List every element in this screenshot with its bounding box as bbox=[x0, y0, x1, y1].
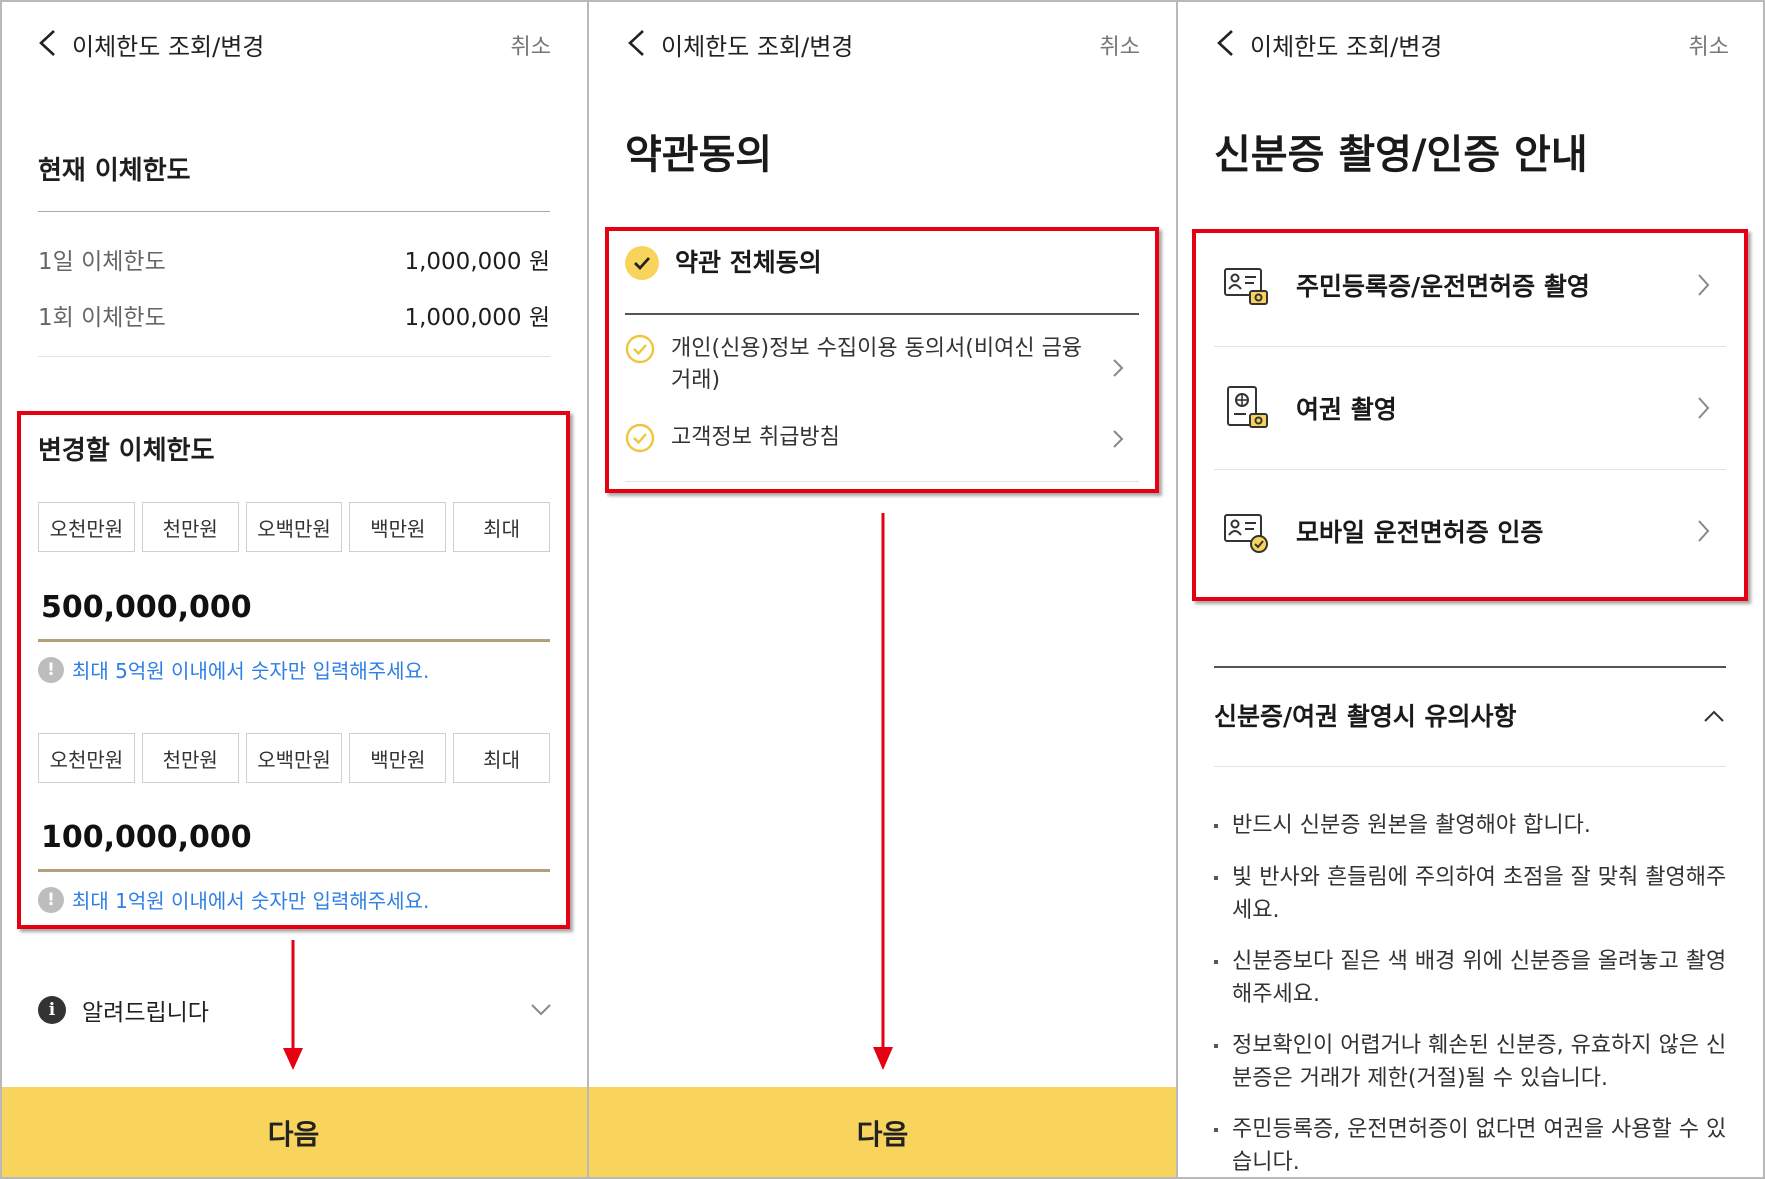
agree-all-checkbox[interactable]: 약관 전체동의 bbox=[625, 246, 1139, 316]
once-limit-value: 1,000,000 원 bbox=[404, 305, 550, 331]
header-title: 이체한도 조회/변경 bbox=[72, 33, 265, 61]
header: 이체한도 조회/변경 취소 bbox=[0, 0, 587, 86]
mobile-license-item[interactable]: 모바일 운전면허증 인증 bbox=[1214, 470, 1726, 592]
caution-item: 신분증보다 짙은 색 배경 위에 신분증을 올려놓고 촬영해주세요. bbox=[1214, 945, 1728, 1011]
term-label: 고객정보 취급방침 bbox=[671, 425, 840, 450]
check-circle-icon bbox=[625, 423, 655, 453]
chevron-left-icon bbox=[39, 30, 55, 56]
back-button[interactable] bbox=[34, 26, 64, 60]
cancel-button[interactable]: 취소 bbox=[1689, 29, 1729, 61]
daily-amount-input[interactable]: 500,000,000 bbox=[38, 590, 550, 642]
screen-id-verification: 이체한도 조회/변경 취소 신분증 촬영/인증 안내 주민등록증/운전면허증 촬… bbox=[1178, 0, 1765, 1179]
daily-hint-text: 최대 5억원 이내에서 숫자만 입력해주세요. bbox=[72, 659, 430, 683]
id-card-capture-item[interactable]: 주민등록증/운전면허증 촬영 bbox=[1214, 224, 1726, 346]
once-limit-label: 1회 이체한도 bbox=[38, 305, 166, 331]
chevron-left-icon bbox=[1217, 30, 1233, 56]
divider bbox=[1214, 766, 1726, 767]
daily-amount-chips: 오천만원 천만원 오백만원 백만원 최대 bbox=[38, 502, 550, 552]
once-amount-hint: ! 최대 1억원 이내에서 숫자만 입력해주세요. bbox=[38, 885, 429, 914]
caution-title: 신분증/여권 촬영시 유의사항 bbox=[1214, 702, 1517, 731]
chip-10m[interactable]: 천만원 bbox=[141, 502, 239, 552]
back-button[interactable] bbox=[623, 26, 653, 60]
header-title: 이체한도 조회/변경 bbox=[1250, 33, 1443, 61]
daily-amount-hint: ! 최대 5억원 이내에서 숫자만 입력해주세요. bbox=[38, 655, 429, 684]
header-title: 이체한도 조회/변경 bbox=[661, 33, 854, 61]
passport-capture-item[interactable]: 여권 촬영 bbox=[1214, 347, 1726, 469]
chevron-right-icon bbox=[1698, 274, 1710, 296]
chip-max[interactable]: 최대 bbox=[453, 733, 550, 783]
daily-limit-label: 1일 이체한도 bbox=[38, 249, 166, 275]
id-item-label: 모바일 운전면허증 인증 bbox=[1296, 518, 1544, 547]
current-limit-title: 현재 이체한도 bbox=[38, 156, 191, 186]
screen-transfer-limit: 이체한도 조회/변경 취소 현재 이체한도 1일 이체한도 1,000,000 … bbox=[0, 0, 587, 1179]
once-amount-chips: 오천만원 천만원 오백만원 백만원 최대 bbox=[38, 733, 550, 783]
divider bbox=[38, 211, 550, 212]
header: 이체한도 조회/변경 취소 bbox=[1178, 0, 1765, 86]
header: 이체한도 조회/변경 취소 bbox=[589, 0, 1176, 86]
divider bbox=[1214, 666, 1726, 668]
change-limit-title: 변경할 이체한도 bbox=[38, 436, 215, 466]
divider bbox=[625, 481, 1139, 482]
term-label: 개인(신용)정보 수집이용 동의서(비여신 금융거래) bbox=[671, 336, 1083, 393]
chip-50m[interactable]: 오천만원 bbox=[38, 502, 135, 552]
exclamation-icon: ! bbox=[38, 886, 64, 913]
check-circle-icon bbox=[625, 334, 655, 364]
cancel-button[interactable]: 취소 bbox=[1100, 29, 1140, 61]
page-title: 약관동의 bbox=[625, 132, 773, 178]
daily-limit-value: 1,000,000 원 bbox=[404, 249, 550, 275]
chip-1m[interactable]: 백만원 bbox=[349, 502, 447, 552]
chip-10m[interactable]: 천만원 bbox=[141, 733, 239, 783]
term-item[interactable]: 개인(신용)정보 수집이용 동의서(비여신 금융거래) bbox=[625, 333, 1139, 397]
info-icon: i bbox=[38, 996, 66, 1024]
caution-item: 정보확인이 어렵거나 훼손된 신분증, 유효하지 않은 신분증은 거래가 제한(… bbox=[1214, 1029, 1728, 1095]
check-icon bbox=[625, 246, 659, 280]
id-item-label: 주민등록증/운전면허증 촬영 bbox=[1296, 272, 1590, 301]
chip-1m[interactable]: 백만원 bbox=[349, 733, 447, 783]
chevron-right-icon bbox=[1698, 397, 1710, 419]
chip-max[interactable]: 최대 bbox=[453, 502, 550, 552]
chevron-down-icon bbox=[531, 1004, 551, 1016]
page-title: 신분증 촬영/인증 안내 bbox=[1214, 132, 1588, 178]
back-button[interactable] bbox=[1212, 26, 1242, 60]
term-item[interactable]: 고객정보 취급방침 bbox=[625, 422, 1139, 454]
once-amount-input[interactable]: 100,000,000 bbox=[38, 820, 550, 872]
divider bbox=[38, 356, 550, 357]
chip-5m[interactable]: 오백만원 bbox=[245, 733, 343, 783]
chevron-right-icon bbox=[1113, 359, 1124, 377]
chip-5m[interactable]: 오백만원 bbox=[245, 502, 343, 552]
chevron-up-icon[interactable] bbox=[1701, 704, 1727, 730]
cancel-button[interactable]: 취소 bbox=[511, 29, 551, 61]
notice-toggle[interactable]: i 알려드립니다 bbox=[38, 990, 554, 1030]
divider bbox=[625, 313, 1139, 315]
id-card-camera-icon bbox=[1224, 268, 1268, 305]
screen-terms-agreement: 이체한도 조회/변경 취소 약관동의 약관 전체동의 개인(신용)정보 수집이용… bbox=[589, 0, 1176, 1179]
notice-label: 알려드립니다 bbox=[82, 1000, 209, 1026]
chevron-left-icon bbox=[628, 30, 644, 56]
exclamation-icon: ! bbox=[38, 656, 64, 683]
caution-item: 주민등록증, 운전면허증이 없다면 여권을 사용할 수 있습니다. bbox=[1214, 1113, 1728, 1179]
chevron-right-icon bbox=[1113, 430, 1124, 448]
agree-all-label: 약관 전체동의 bbox=[675, 248, 822, 277]
mobile-license-check-icon bbox=[1224, 514, 1268, 553]
red-arrow bbox=[873, 513, 893, 1070]
next-button[interactable]: 다음 bbox=[0, 1087, 587, 1179]
chip-50m[interactable]: 오천만원 bbox=[38, 733, 135, 783]
caution-item: 반드시 신분증 원본을 촬영해야 합니다. bbox=[1214, 809, 1728, 842]
next-button[interactable]: 다음 bbox=[589, 1087, 1176, 1179]
chevron-right-icon bbox=[1698, 520, 1710, 542]
once-hint-text: 최대 1억원 이내에서 숫자만 입력해주세요. bbox=[72, 889, 430, 913]
id-item-label: 여권 촬영 bbox=[1296, 395, 1397, 424]
passport-camera-icon bbox=[1227, 386, 1268, 428]
caution-item: 빛 반사와 흔들림에 주의하여 초점을 잘 맞춰 촬영해주세요. bbox=[1214, 861, 1728, 927]
